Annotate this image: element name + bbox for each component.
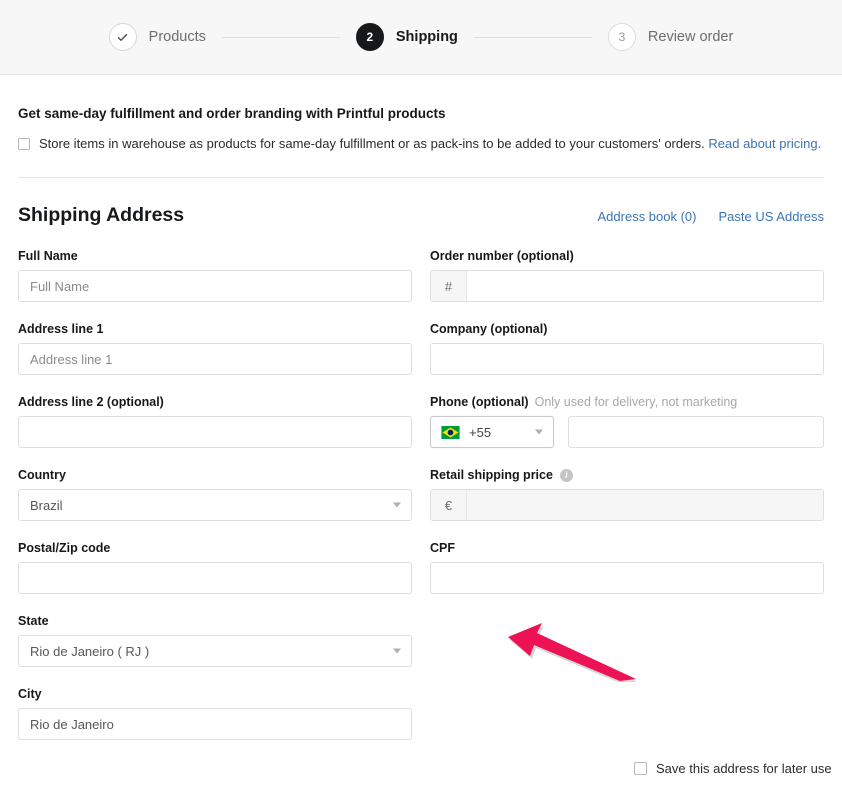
- retail-shipping-price-group: €: [430, 489, 824, 522]
- save-address-checkbox[interactable]: [634, 762, 647, 775]
- retail-shipping-price-label: Retail shipping price i: [430, 468, 824, 482]
- warehouse-promo-text: Store items in warehouse as products for…: [39, 136, 821, 152]
- shipping-address-actions: Address book (0) Paste US Address: [598, 209, 825, 224]
- read-about-pricing-link[interactable]: Read about pricing.: [708, 136, 821, 151]
- warehouse-promo-description: Store items in warehouse as products for…: [39, 136, 705, 151]
- checkout-stepper: Products 2 Shipping 3 Review order: [108, 23, 734, 51]
- phone-hint: Only used for delivery, not marketing: [534, 395, 738, 410]
- warehouse-promo-row: Store items in warehouse as products for…: [18, 136, 824, 152]
- city-label: City: [18, 687, 42, 702]
- field-country: Country Brazil: [18, 468, 412, 522]
- phone-row: +55: [430, 416, 824, 449]
- phone-number-input[interactable]: [568, 416, 824, 449]
- state-selected-value: Rio de Janeiro ( RJ ): [30, 643, 150, 659]
- cpf-label: CPF: [430, 541, 455, 556]
- step-products-marker: [108, 23, 137, 51]
- postal-code-label: Postal/Zip code: [18, 541, 111, 556]
- state-label: State: [18, 614, 49, 629]
- order-number-prefix: #: [431, 271, 467, 302]
- order-number-group: #: [430, 270, 824, 303]
- address-line-1-label: Address line 1: [18, 322, 104, 337]
- store-items-checkbox[interactable]: [18, 138, 30, 150]
- address-line-2-label: Address line 2 (optional): [18, 395, 164, 410]
- city-input[interactable]: [18, 708, 412, 741]
- field-retail-shipping-price: Retail shipping price i €: [430, 468, 824, 522]
- step-review-order-marker: 3: [607, 23, 636, 51]
- paste-us-address-link[interactable]: Paste US Address: [719, 209, 825, 224]
- step-shipping-label: Shipping: [395, 29, 458, 45]
- phone-country-code-value: +55: [469, 424, 492, 440]
- chevron-down-icon: [393, 648, 401, 654]
- brazil-flag-icon: [441, 425, 460, 439]
- save-address-label: Save this address for later use: [656, 761, 832, 776]
- field-address-line-2: Address line 2 (optional): [18, 395, 412, 449]
- field-state: State Rio de Janeiro ( RJ ): [18, 614, 412, 668]
- field-cpf: CPF: [430, 541, 824, 595]
- chevron-down-icon: [535, 429, 543, 435]
- info-icon[interactable]: i: [559, 468, 573, 482]
- save-address-row: Save this address for later use: [634, 761, 832, 776]
- address-book-link[interactable]: Address book (0): [598, 209, 697, 224]
- page-title: Shipping Address: [18, 204, 185, 227]
- field-phone: Phone (optional) Only used for delivery,…: [430, 395, 824, 449]
- step-connector-2: [473, 36, 592, 38]
- step-products[interactable]: Products: [108, 23, 206, 51]
- address-line-1-input[interactable]: [18, 343, 412, 376]
- company-input[interactable]: [430, 343, 824, 376]
- order-number-input[interactable]: [467, 271, 823, 302]
- field-address-line-1: Address line 1: [18, 322, 412, 376]
- full-name-label: Full Name: [18, 249, 78, 264]
- cpf-input[interactable]: [430, 562, 824, 595]
- order-number-label: Order number (optional): [430, 249, 574, 264]
- state-select[interactable]: Rio de Janeiro ( RJ ): [18, 635, 412, 668]
- section-divider: [18, 177, 824, 179]
- company-label: Company (optional): [430, 322, 548, 337]
- retail-shipping-price-label-text: Retail shipping price: [430, 468, 553, 483]
- field-order-number: Order number (optional) #: [430, 249, 824, 303]
- field-full-name: Full Name: [18, 249, 412, 303]
- step-connector-1: [221, 36, 340, 38]
- shipping-address-form: Full Name Order number (optional) # Addr…: [18, 249, 824, 760]
- shipping-address-header: Shipping Address Address book (0) Paste …: [18, 204, 824, 227]
- step-products-label: Products: [148, 29, 206, 45]
- step-shipping-marker: 2: [355, 23, 384, 51]
- grid-spacer: [430, 614, 824, 687]
- step-review-order-label: Review order: [647, 29, 734, 45]
- field-company: Company (optional): [430, 322, 824, 376]
- phone-label: Phone (optional) Only used for delivery,…: [430, 395, 824, 409]
- step-review-order[interactable]: 3 Review order: [607, 23, 734, 51]
- country-select[interactable]: Brazil: [18, 489, 412, 522]
- address-line-2-input[interactable]: [18, 416, 412, 449]
- phone-label-text: Phone (optional): [430, 395, 529, 410]
- check-icon: [117, 33, 128, 41]
- step-shipping[interactable]: 2 Shipping: [355, 23, 458, 51]
- full-name-input[interactable]: [18, 270, 412, 303]
- retail-shipping-price-input[interactable]: [467, 490, 823, 521]
- phone-country-code-select[interactable]: +55: [430, 416, 554, 449]
- field-city: City: [18, 687, 412, 741]
- postal-code-input[interactable]: [18, 562, 412, 595]
- retail-shipping-price-currency: €: [431, 490, 467, 521]
- promo-title: Get same-day fulfillment and order brand…: [18, 106, 446, 121]
- field-postal-code: Postal/Zip code: [18, 541, 412, 595]
- checkout-stepper-bar: Products 2 Shipping 3 Review order: [0, 0, 842, 75]
- country-label: Country: [18, 468, 66, 483]
- chevron-down-icon: [393, 502, 401, 508]
- country-selected-value: Brazil: [30, 497, 63, 513]
- page-content: Get same-day fulfillment and order brand…: [0, 106, 842, 760]
